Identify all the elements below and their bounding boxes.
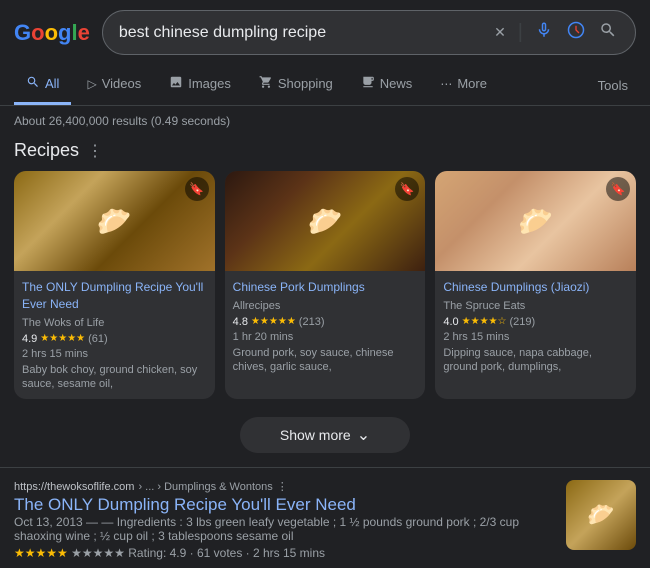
search-small-icon bbox=[26, 75, 40, 92]
show-more-button[interactable]: Show more ⌄ bbox=[240, 417, 410, 453]
card-source-3: The Spruce Eats bbox=[443, 300, 628, 312]
rating-count-3: (219) bbox=[509, 316, 535, 328]
tools-button[interactable]: Tools bbox=[590, 68, 636, 103]
web-result-title[interactable]: The ONLY Dumpling Recipe You'll Ever Nee… bbox=[14, 495, 356, 514]
card-time-1: 2 hrs 15 mins bbox=[22, 348, 207, 360]
show-more-container: Show more ⌄ bbox=[0, 407, 650, 463]
tab-shopping-label: Shopping bbox=[278, 76, 333, 91]
web-result-url: https://thewoksoflife.com › ... › Dumpli… bbox=[14, 480, 554, 493]
tab-shopping[interactable]: Shopping bbox=[247, 65, 345, 105]
card-title-2: Chinese Pork Dumplings bbox=[233, 279, 418, 296]
mic-icon[interactable] bbox=[533, 19, 555, 46]
recipe-card-1[interactable]: 🥟 🔖 The ONLY Dumpling Recipe You'll Ever… bbox=[14, 171, 215, 399]
tab-images[interactable]: Images bbox=[157, 65, 243, 105]
tab-all[interactable]: All bbox=[14, 65, 71, 105]
recipe-card-3[interactable]: 🥟 🔖 Chinese Dumplings (Jiaozi) The Spruc… bbox=[435, 171, 636, 399]
web-result-1: https://thewoksoflife.com › ... › Dumpli… bbox=[0, 472, 650, 568]
show-more-label: Show more bbox=[280, 427, 351, 443]
card-image-2: 🥟 🔖 bbox=[225, 171, 426, 271]
tab-videos[interactable]: ▷ Videos bbox=[75, 66, 153, 104]
web-result-thumbnail: 🥟 bbox=[566, 480, 636, 550]
web-result-url-base: https://thewoksoflife.com bbox=[14, 481, 134, 493]
images-icon bbox=[169, 75, 183, 92]
bookmark-icon-1[interactable]: 🔖 bbox=[185, 177, 209, 201]
tab-news-label: News bbox=[380, 76, 413, 91]
more-dots-icon: ⋯ bbox=[440, 77, 452, 91]
recipe-cards: 🥟 🔖 The ONLY Dumpling Recipe You'll Ever… bbox=[14, 171, 636, 399]
thumb-image: 🥟 bbox=[566, 480, 636, 550]
rating-count-2: (213) bbox=[299, 316, 325, 328]
card-title-3: Chinese Dumplings (Jiaozi) bbox=[443, 279, 628, 296]
recipes-section: Recipes ⋮ 🥟 🔖 The ONLY Dumpling Recipe Y… bbox=[0, 132, 650, 407]
tab-images-label: Images bbox=[188, 76, 231, 91]
video-icon: ▷ bbox=[87, 77, 96, 91]
recipe-card-2[interactable]: 🥟 🔖 Chinese Pork Dumplings Allrecipes 4.… bbox=[225, 171, 426, 399]
tab-more-label: More bbox=[457, 76, 487, 91]
web-result-content: https://thewoksoflife.com › ... › Dumpli… bbox=[14, 480, 554, 560]
web-result-more-icon[interactable]: ⋮ bbox=[277, 480, 288, 493]
card-time-2: 1 hr 20 mins bbox=[233, 331, 418, 343]
card-source-2: Allrecipes bbox=[233, 300, 418, 312]
card-image-1: 🥟 🔖 bbox=[14, 171, 215, 271]
shopping-icon bbox=[259, 75, 273, 92]
results-count: About 26,400,000 results (0.49 seconds) bbox=[0, 106, 650, 132]
news-icon bbox=[361, 75, 375, 92]
search-input[interactable] bbox=[119, 24, 492, 42]
card-body-3: Chinese Dumplings (Jiaozi) The Spruce Ea… bbox=[435, 271, 636, 382]
web-result-snippet: — Ingredients : 3 lbs green leafy vegeta… bbox=[14, 515, 519, 543]
search-submit-icon[interactable] bbox=[597, 19, 619, 46]
lens-icon[interactable] bbox=[565, 19, 587, 46]
card-source-1: The Woks of Life bbox=[22, 317, 207, 329]
card-time-3: 2 hrs 15 mins bbox=[443, 331, 628, 343]
card-rating-3: 4.0 ★★★★☆ (219) bbox=[443, 316, 628, 328]
stars-3: ★★★★☆ bbox=[462, 316, 507, 327]
nav-tabs: All ▷ Videos Images Shopping News ⋯ More… bbox=[0, 65, 650, 106]
tab-news[interactable]: News bbox=[349, 65, 425, 105]
card-ingredients-1: Baby bok choy, ground chicken, soy sauce… bbox=[22, 363, 207, 392]
card-ingredients-2: Ground pork, soy sauce, chinese chives, … bbox=[233, 346, 418, 375]
rating-count-1: (61) bbox=[88, 333, 108, 345]
recipes-header: Recipes ⋮ bbox=[14, 140, 636, 161]
search-icons: ✕ | bbox=[492, 19, 619, 46]
stars-2: ★★★★★ bbox=[251, 316, 296, 327]
card-image-3: 🥟 🔖 bbox=[435, 171, 636, 271]
tab-more[interactable]: ⋯ More bbox=[428, 66, 499, 104]
chevron-down-icon: ⌄ bbox=[357, 425, 370, 445]
card-title-1: The ONLY Dumpling Recipe You'll Ever Nee… bbox=[22, 279, 207, 313]
web-result-date: Oct 13, 2013 — — Ingredients : 3 lbs gre… bbox=[14, 515, 554, 543]
recipes-menu-icon[interactable]: ⋮ bbox=[87, 141, 103, 161]
bookmark-icon-3[interactable]: 🔖 bbox=[606, 177, 630, 201]
google-logo: Google bbox=[14, 20, 90, 46]
recipes-title: Recipes bbox=[14, 140, 79, 161]
clear-button[interactable]: ✕ bbox=[492, 22, 508, 43]
card-body-2: Chinese Pork Dumplings Allrecipes 4.8 ★★… bbox=[225, 271, 426, 382]
search-bar[interactable]: ✕ | bbox=[102, 10, 636, 55]
tab-all-label: All bbox=[45, 76, 59, 91]
card-ingredients-3: Dipping sauce, napa cabbage, ground pork… bbox=[443, 346, 628, 375]
card-body-1: The ONLY Dumpling Recipe You'll Ever Nee… bbox=[14, 271, 215, 399]
divider bbox=[0, 467, 650, 468]
web-result-meta: ★★★★★ ★★★★★ Rating: 4.9 · 61 votes · 2 h… bbox=[14, 546, 554, 560]
card-rating-2: 4.8 ★★★★★ (213) bbox=[233, 316, 418, 328]
web-result-url-path: › ... › Dumplings & Wontons bbox=[138, 481, 272, 493]
header: Google ✕ | bbox=[0, 0, 650, 65]
tab-videos-label: Videos bbox=[102, 76, 142, 91]
stars-1: ★★★★★ bbox=[40, 333, 85, 344]
card-rating-1: 4.9 ★★★★★ (61) bbox=[22, 333, 207, 345]
